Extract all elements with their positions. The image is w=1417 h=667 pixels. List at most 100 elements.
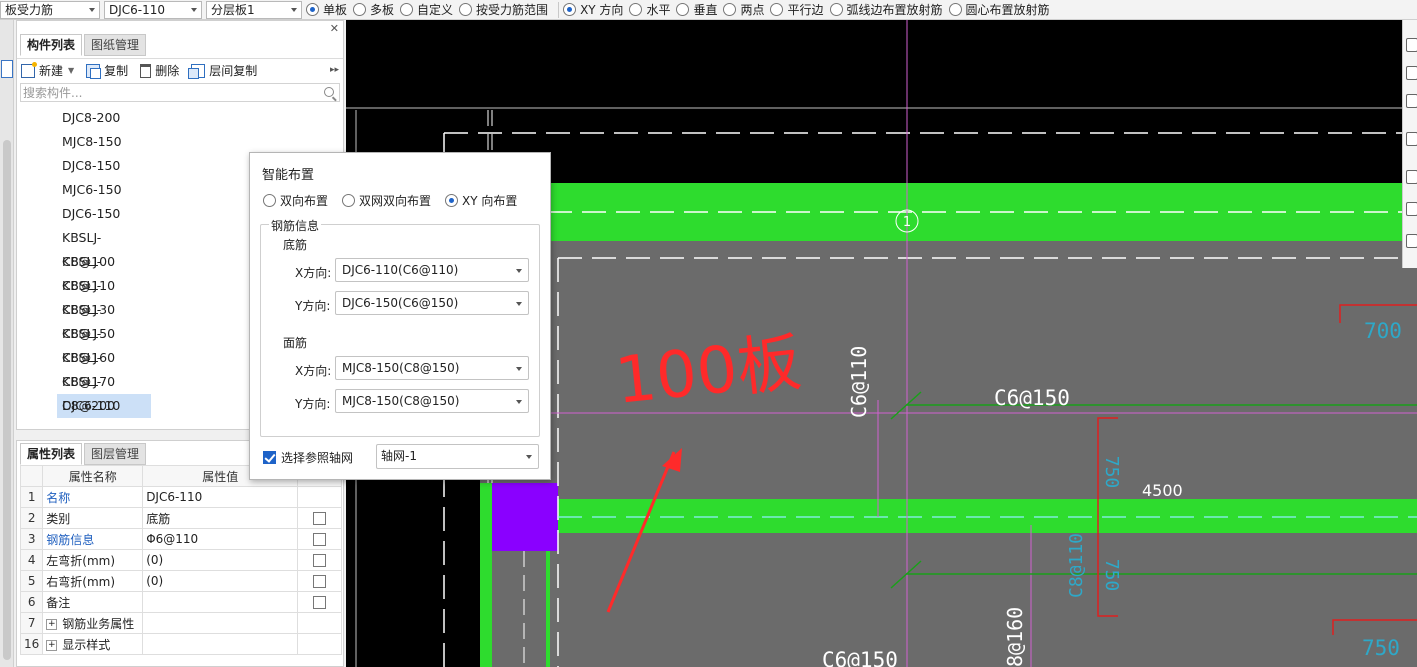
bottom-y-select[interactable]: DJC6-150(C6@150): [335, 291, 529, 315]
dimension-label-700[interactable]: 700: [1364, 319, 1402, 343]
radio-empty-icon[interactable]: [948, 3, 962, 16]
tab-drawing-management[interactable]: 图纸管理: [84, 34, 147, 56]
table-row[interactable]: 1 名称 DJC6-110: [19, 486, 342, 508]
left-scrollbar[interactable]: [3, 140, 11, 660]
table-row[interactable]: 7 + 钢筋业务属性: [19, 612, 342, 634]
view-side-icon[interactable]: [1406, 170, 1417, 184]
property-value[interactable]: DJC6-110: [142, 486, 299, 508]
expand-icon[interactable]: +: [46, 639, 58, 651]
rebar-label-c6-110[interactable]: C6@110: [847, 346, 871, 418]
checkbox[interactable]: [313, 512, 327, 525]
list-item[interactable]: DJC6-150: [57, 202, 151, 226]
property-value[interactable]: (0): [142, 549, 299, 571]
table-row[interactable]: 3 钢筋信息 Φ6@110: [19, 528, 342, 550]
dock-tab[interactable]: [1, 60, 13, 78]
list-item[interactable]: MJC6-150: [57, 178, 151, 202]
list-item[interactable]: MJC8-150: [57, 130, 151, 154]
view-top-icon[interactable]: [1406, 94, 1417, 108]
slab-area[interactable]: [480, 240, 1417, 667]
table-row[interactable]: 16 + 显示样式: [19, 633, 342, 655]
tab-layer-management[interactable]: 图层管理: [84, 443, 147, 465]
expand-icon[interactable]: +: [46, 618, 58, 630]
rebar-label-c6-150-bottom[interactable]: C6@150: [822, 648, 898, 667]
radio-selected-icon[interactable]: [563, 3, 577, 16]
radio-empty-icon[interactable]: [459, 3, 473, 16]
new-button[interactable]: 新建 ▼: [21, 61, 74, 79]
radio-empty-icon[interactable]: [629, 3, 643, 16]
view-front-icon[interactable]: [1406, 132, 1417, 146]
dimension-label-750-vertical[interactable]: 750: [1101, 456, 1122, 489]
layout-mode-radio-0[interactable]: 双向布置: [263, 192, 328, 209]
settings-icon[interactable]: [1406, 202, 1417, 216]
delete-button[interactable]: 删除: [140, 62, 179, 79]
reference-axis-checkbox[interactable]: 选择参照轴网: [263, 449, 353, 466]
list-item[interactable]: DJC8-200: [57, 106, 151, 130]
dimension-label-750[interactable]: 750: [1362, 636, 1400, 660]
copy-button[interactable]: 复制: [86, 62, 128, 79]
direction-radio-4[interactable]: 平行边: [770, 1, 824, 18]
range-radio-3[interactable]: 按受力筋范围: [459, 1, 548, 18]
axis-grid-select[interactable]: 轴网-1: [376, 444, 539, 469]
range-radio-1[interactable]: 多板: [353, 1, 394, 18]
dimension-label-4500[interactable]: 4500: [1142, 481, 1183, 500]
radio-empty-icon[interactable]: [829, 3, 843, 16]
floor-copy-button[interactable]: 层间复制: [188, 62, 257, 79]
checkbox-checked-icon[interactable]: [263, 451, 276, 464]
radio-selected-icon[interactable]: [306, 3, 319, 16]
rotate-view-icon[interactable]: [1406, 38, 1417, 52]
radio-empty-icon[interactable]: [723, 3, 737, 16]
column[interactable]: [492, 483, 558, 551]
property-value[interactable]: Φ6@110: [142, 528, 299, 550]
table-row[interactable]: 5 右弯折(mm) (0): [19, 570, 342, 592]
chevron-down-icon[interactable]: ▼: [68, 66, 74, 75]
direction-radio-5[interactable]: 弧线边布置放射筋: [829, 1, 943, 18]
layout-mode-radio-2[interactable]: XY 向布置: [445, 192, 517, 209]
layer-combo[interactable]: 分层板1: [206, 0, 302, 19]
list-item[interactable]: KBSLJ-C8@100: [57, 226, 151, 269]
list-item[interactable]: DJC6-110: [57, 394, 151, 418]
radio-empty-icon[interactable]: [676, 3, 690, 16]
range-radio-2[interactable]: 自定义: [400, 1, 453, 18]
property-value[interactable]: [142, 633, 299, 655]
radio-empty-icon[interactable]: [263, 194, 276, 207]
search-input[interactable]: 搜索构件...: [20, 83, 340, 102]
checkbox[interactable]: [313, 596, 327, 609]
bottom-x-select[interactable]: DJC6-110(C6@110): [335, 258, 529, 282]
rebar-label-c6-150[interactable]: C6@150: [994, 386, 1070, 410]
direction-radio-3[interactable]: 两点: [723, 1, 764, 18]
radio-empty-icon[interactable]: [342, 194, 356, 207]
table-row[interactable]: 6 备注: [19, 591, 342, 613]
radio-selected-icon[interactable]: [445, 194, 459, 207]
radio-empty-icon[interactable]: [770, 3, 784, 16]
double-chevron-right-icon[interactable]: ▸▸: [330, 65, 339, 75]
direction-radio-2[interactable]: 垂直: [676, 1, 717, 18]
property-value[interactable]: 底筋: [142, 507, 299, 529]
top-x-select[interactable]: MJC8-150(C8@150): [335, 356, 529, 380]
table-row[interactable]: 4 左弯折(mm) (0): [19, 549, 342, 571]
range-radio-0[interactable]: 单板: [306, 1, 347, 18]
checkbox[interactable]: [313, 554, 327, 567]
direction-radio-0[interactable]: XY 方向: [563, 1, 623, 18]
view-3d-icon[interactable]: [1406, 66, 1417, 80]
tab-property-list[interactable]: 属性列表: [20, 443, 83, 465]
list-item[interactable]: DJC8-150: [57, 154, 151, 178]
radio-empty-icon[interactable]: [353, 3, 367, 16]
tab-component-list[interactable]: 构件列表: [20, 34, 83, 56]
checkbox[interactable]: [313, 533, 327, 546]
component-name-combo[interactable]: DJC6-110: [104, 0, 202, 19]
checkbox[interactable]: [313, 575, 327, 588]
middle-beam[interactable]: [536, 499, 1417, 533]
property-value[interactable]: [142, 591, 299, 613]
table-row[interactable]: 2 类别 底筋: [19, 507, 342, 529]
list-icon[interactable]: [1406, 234, 1417, 248]
property-value[interactable]: [142, 612, 299, 634]
close-icon[interactable]: ✕: [330, 22, 339, 35]
property-value[interactable]: (0): [142, 570, 299, 592]
rebar-label-8-160[interactable]: 8@160: [1003, 607, 1027, 667]
radio-empty-icon[interactable]: [400, 3, 414, 16]
top-y-select[interactable]: MJC8-150(C8@150): [335, 389, 529, 413]
direction-radio-1[interactable]: 水平: [629, 1, 670, 18]
layout-mode-radio-1[interactable]: 双网双向布置: [342, 192, 431, 209]
rebar-label-c8-110[interactable]: C8@110: [1066, 533, 1087, 598]
component-type-combo[interactable]: 板受力筋: [0, 0, 100, 19]
